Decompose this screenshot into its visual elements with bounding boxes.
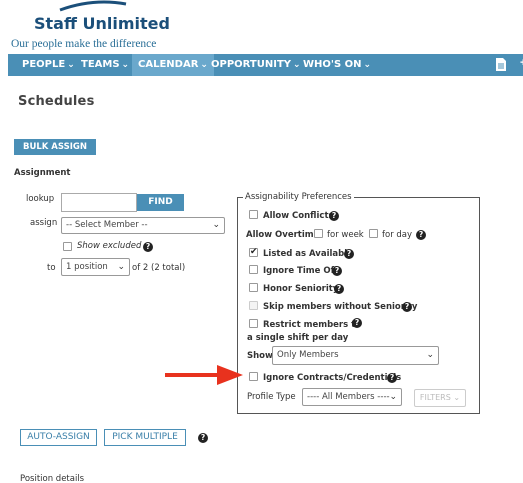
help-icon[interactable]: ? [402, 302, 412, 312]
auto-assign-button[interactable]: AUTO-ASSIGN [20, 429, 97, 446]
nav-whos-on-label: WHO'S ON [303, 59, 362, 70]
filters-button[interactable]: FILTERS ⌄ [414, 389, 466, 407]
profile-type-select-value: ---- All Members ---- [307, 392, 390, 402]
chevron-down-icon: ⌄ [389, 392, 397, 402]
allow-conflicts-checkbox[interactable] [249, 210, 258, 219]
restrict-shift-label-cont: a single shift per day [247, 333, 349, 343]
allow-conflicts-label: Allow Conflicts [263, 211, 334, 221]
nav-teams[interactable]: TEAMS ⌄ [75, 54, 135, 76]
position-details-heading: Position details [20, 474, 85, 483]
listed-as-available-label: Listed as Available [263, 249, 353, 259]
page-title: Schedules [18, 94, 95, 109]
for-day-label: for day [382, 230, 413, 240]
help-icon[interactable]: ? [387, 373, 397, 383]
show-select[interactable]: Only Members ⌄ [272, 346, 439, 365]
nav-teams-label: TEAMS [81, 59, 120, 70]
pick-multiple-button[interactable]: PICK MULTIPLE [104, 429, 186, 446]
find-button[interactable]: FIND [137, 194, 184, 211]
help-icon[interactable]: ? [143, 242, 153, 252]
skip-members-checkbox[interactable] [249, 301, 258, 310]
restrict-shift-label: Restrict members to [263, 320, 362, 330]
listed-as-available-checkbox[interactable] [249, 246, 258, 257]
red-arrow-annotation [165, 365, 243, 385]
show-select-value: Only Members [277, 350, 339, 360]
lookup-label: lookup [26, 194, 55, 204]
nav-whos-on[interactable]: WHO'S ON ⌄ [297, 54, 377, 76]
main-navbar: PEOPLE ⌄ TEAMS ⌄ CALENDAR ⌄ OPPORTUNITY ⌄ WH… [8, 54, 523, 76]
honor-seniority-checkbox[interactable] [249, 283, 258, 292]
chevron-down-icon: ⌄ [426, 350, 434, 360]
help-icon[interactable]: ? [329, 211, 339, 221]
assignability-preferences-legend: Assignability Preferences [243, 192, 354, 202]
chevron-down-icon: ⌄ [121, 60, 130, 70]
allow-overtime-label: Allow Overtime [246, 230, 320, 240]
brand-name: Staff Unlimited [34, 14, 170, 33]
show-label: Show [247, 351, 273, 361]
ignore-contracts-label: Ignore Contracts/Credentials [263, 373, 402, 383]
chevron-down-icon: ⌄ [117, 262, 125, 272]
ignore-time-off-checkbox[interactable] [249, 265, 258, 274]
honor-seniority-label: Honor Seniority [263, 284, 339, 294]
position-select-value: 1 position [66, 262, 108, 272]
filters-label: FILTERS [419, 393, 451, 402]
bulk-assign-button[interactable]: BULK ASSIGN [14, 139, 96, 155]
restrict-shift-checkbox[interactable] [249, 319, 258, 328]
ignore-contracts-checkbox[interactable] [249, 372, 258, 381]
help-icon[interactable]: ? [416, 230, 426, 240]
profile-type-select[interactable]: ---- All Members ---- ⌄ [302, 388, 402, 406]
position-of-text: of 2 (2 total) [132, 263, 186, 273]
nav-people[interactable]: PEOPLE ⌄ [16, 54, 81, 76]
nav-calendar-label: CALENDAR [138, 59, 199, 70]
overtime-day-checkbox[interactable] [369, 229, 378, 238]
assign-member-select-value: -- Select Member -- [66, 220, 148, 230]
nav-opportunity-label: OPPORTUNITY [211, 59, 292, 70]
nav-opportunity[interactable]: OPPORTUNITY ⌄ [205, 54, 307, 76]
assignment-heading: Assignment [14, 168, 71, 178]
chevron-down-icon: ⌄ [212, 220, 220, 230]
chevron-down-icon: ⌄ [67, 60, 75, 70]
to-label: to [47, 263, 56, 273]
lookup-input[interactable] [61, 193, 137, 212]
show-excluded-checkbox[interactable] [63, 242, 72, 251]
brand-tagline: Our people make the difference [11, 38, 157, 50]
nav-calendar[interactable]: CALENDAR ⌄ [132, 54, 214, 76]
help-icon[interactable]: ? [198, 433, 208, 443]
help-icon[interactable]: ? [344, 249, 354, 259]
logo-swoosh-icon [59, 0, 127, 12]
chevron-down-icon: ⌄ [363, 60, 372, 70]
help-icon[interactable]: ? [332, 266, 342, 276]
overtime-week-checkbox[interactable] [314, 229, 323, 238]
for-week-label: for week [327, 230, 364, 240]
assign-label: assign [30, 218, 58, 228]
help-icon[interactable]: ? [352, 318, 362, 328]
document-icon[interactable] [496, 58, 506, 71]
skip-members-label: Skip members without Seniority [263, 302, 418, 312]
assign-member-select[interactable]: -- Select Member -- ⌄ [61, 217, 225, 234]
chevron-down-icon: ⌄ [453, 393, 461, 402]
position-select[interactable]: 1 position ⌄ [61, 258, 130, 276]
ignore-time-off-label: Ignore Time Off [263, 266, 338, 276]
nav-people-label: PEOPLE [22, 59, 66, 70]
profile-type-label: Profile Type [247, 392, 296, 402]
help-icon[interactable]: ? [334, 284, 344, 294]
show-excluded-label: Show excluded [77, 241, 142, 251]
